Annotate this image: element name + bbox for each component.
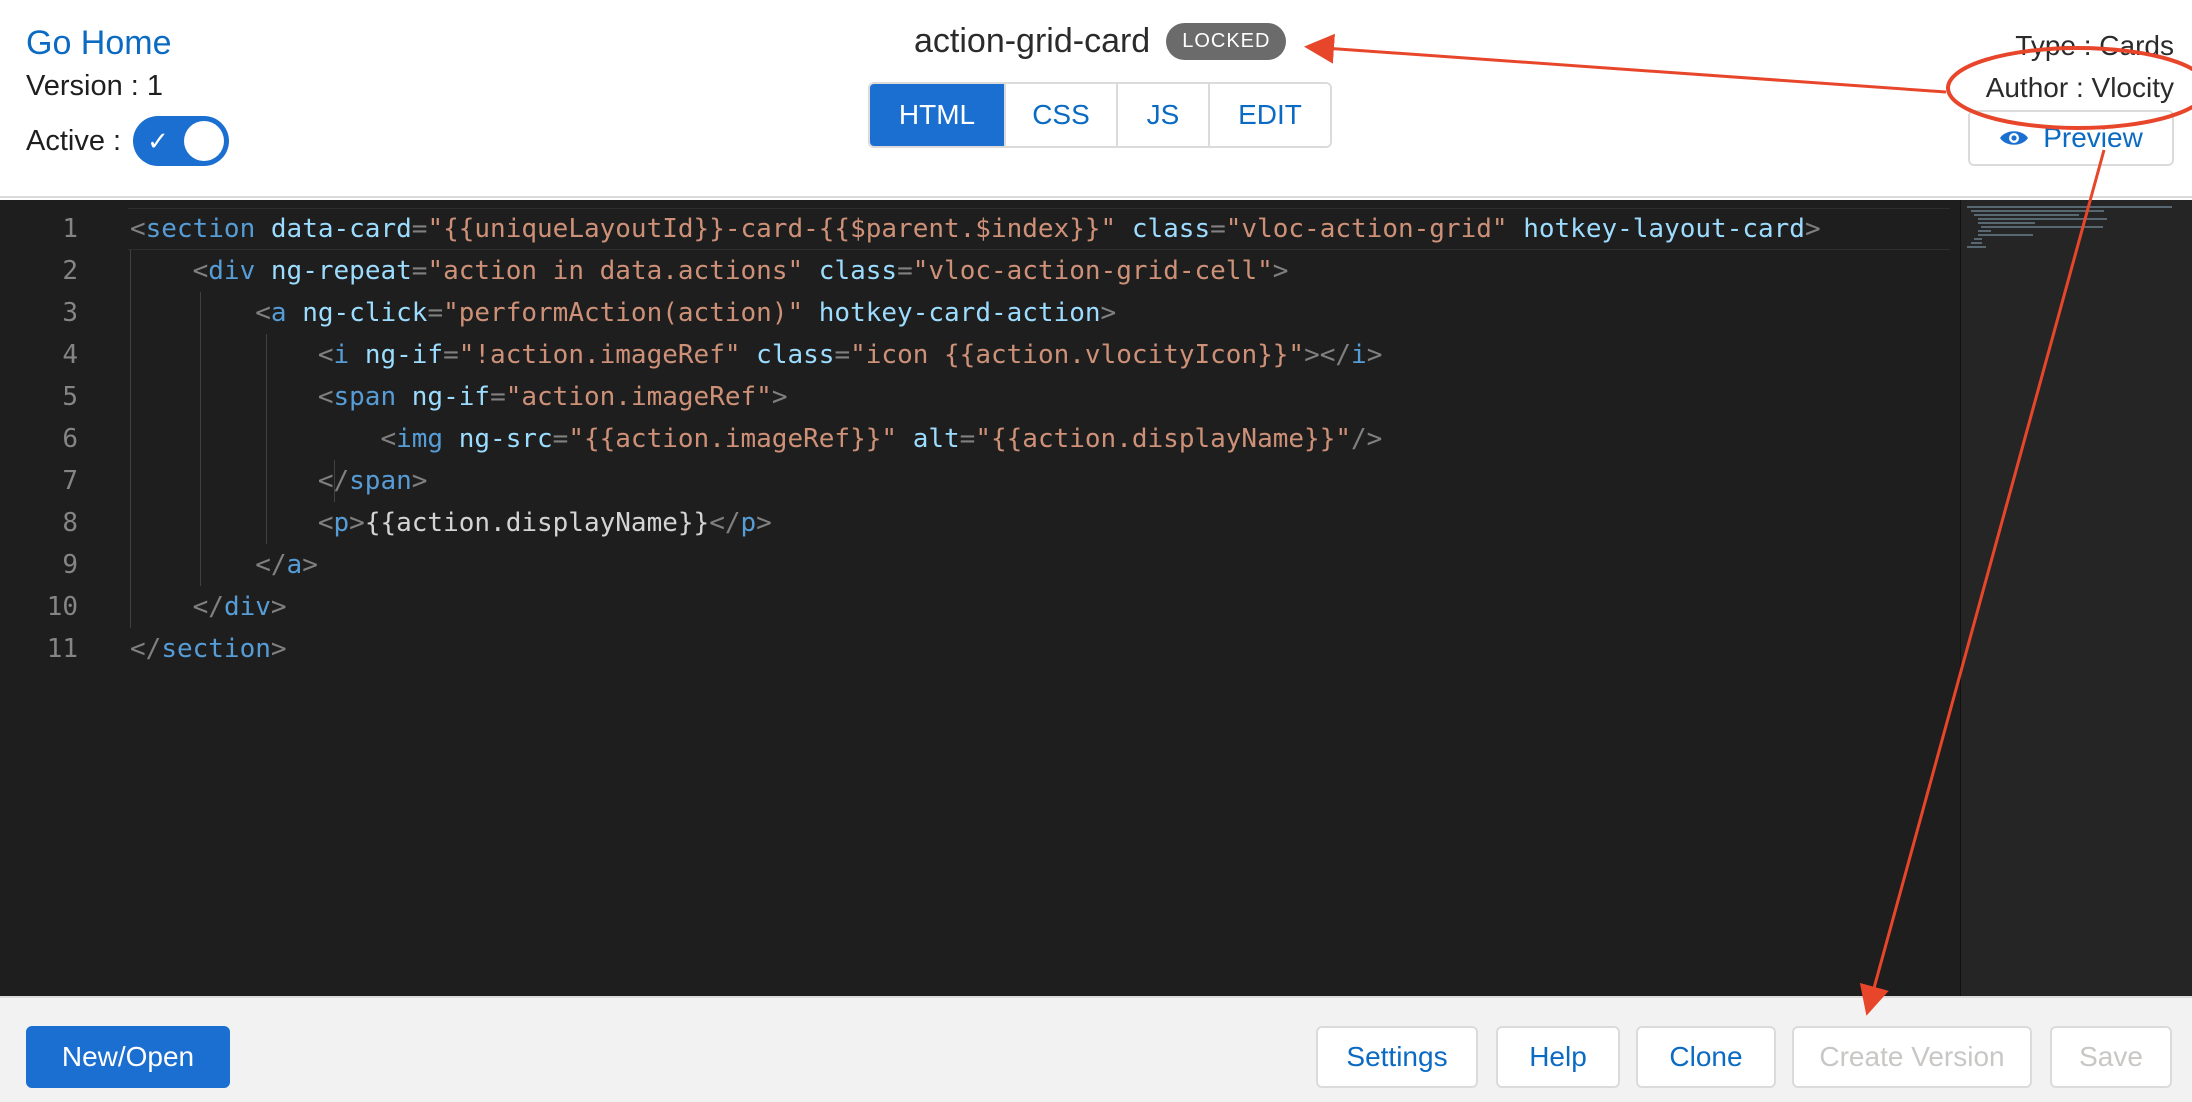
builder-header: Go Home Version : 1 Active : ✓ action-gr… [0,0,2192,198]
minimap-line [1967,246,1986,248]
line-number: 9 [62,550,78,580]
code-line[interactable]: 7 </span> [0,460,1958,502]
line-number: 5 [62,382,78,412]
preview-label: Preview [2043,122,2143,153]
builder-footer: New/Open Settings Help Clone Create Vers… [0,996,2192,1102]
code-lines[interactable]: 1 <section data-card="{{uniqueLayoutId}}-… [0,208,1958,670]
line-number: 4 [62,340,78,370]
card-name: action-grid-card [914,22,1151,60]
code-line[interactable]: 5 <span ng-if="action.imageRef"> [0,376,1958,418]
code-minimap[interactable] [1960,200,2192,996]
code-text[interactable]: <p>{{action.displayName}}</p> [130,502,772,544]
code-text[interactable]: <div ng-repeat="action in data.actions" … [130,250,1289,292]
code-line[interactable]: 1 <section data-card="{{uniqueLayoutId}}-… [0,208,1958,250]
tab-edit[interactable]: EDIT [1210,84,1330,146]
minimap-line [1981,226,2103,228]
code-text[interactable]: <a ng-click="performAction(action)" hotk… [130,292,1116,334]
tab-html[interactable]: HTML [870,84,1006,146]
author-label: Author : Vlocity [1985,72,2174,103]
tab-css[interactable]: CSS [1006,84,1118,146]
code-editor[interactable]: 1 <section data-card="{{uniqueLayoutId}}-… [0,200,2192,996]
code-text[interactable]: <section data-card="{{uniqueLayoutId}}-c… [130,208,1821,250]
minimap-line [1974,238,1982,240]
line-number: 1 [62,214,78,244]
code-text[interactable]: <img ng-src="{{action.imageRef}}" alt="{… [130,418,1382,460]
line-number: 7 [62,466,78,496]
code-text[interactable]: </a> [130,544,318,586]
active-toggle[interactable]: ✓ [133,116,230,166]
help-button[interactable]: Help [1496,1026,1620,1088]
line-number: 8 [62,508,78,538]
locked-badge: LOCKED [1166,23,1287,60]
code-line[interactable]: 2 <div ng-repeat="action in data.actions… [0,250,1958,292]
active-row: Active : ✓ [26,116,230,166]
code-line[interactable]: 9 </a> [0,544,1958,586]
line-number: 3 [62,298,78,328]
new-open-button[interactable]: New/Open [26,1026,230,1088]
minimap-line [1977,218,2107,220]
clone-button[interactable]: Clone [1636,1026,1776,1088]
minimap-line [1977,222,2035,224]
code-text[interactable]: <span ng-if="action.imageRef"> [130,376,788,418]
code-text[interactable]: </span> [130,460,428,502]
settings-button[interactable]: Settings [1316,1026,1478,1088]
minimap-line [1974,214,2079,216]
active-label: Active : [26,124,122,157]
preview-button[interactable]: Preview [1968,110,2174,166]
code-line[interactable]: 3 <a ng-click="performAction(action)" ho… [0,292,1958,334]
check-icon: ✓ [147,126,169,156]
save-button[interactable]: Save [2050,1026,2172,1088]
code-text[interactable]: </section> [130,628,287,670]
minimap-line [1977,230,1992,232]
type-label: Type : Cards [2015,30,2174,61]
card-title: action-grid-card LOCKED [914,22,1287,61]
tab-js[interactable]: JS [1118,84,1210,146]
minimap-line [1970,210,2104,212]
create-version-button[interactable]: Create Version [1792,1026,2032,1088]
minimap-line [1967,206,2173,208]
line-number: 10 [46,592,78,622]
code-line[interactable]: 10 </div> [0,586,1958,628]
code-text[interactable]: </div> [130,586,287,628]
line-number: 6 [62,424,78,454]
toggle-knob [184,121,225,161]
minimap-line [1977,234,2033,236]
editor-tabs: HTML CSS JS EDIT [868,82,1332,148]
code-line[interactable]: 8 <p>{{action.displayName}}</p> [0,502,1958,544]
code-line[interactable]: 11 </section> [0,628,1958,670]
code-line[interactable]: 6 <img ng-src="{{action.imageRef}}" alt=… [0,418,1958,460]
eye-icon [2000,131,2029,145]
code-text[interactable]: <i ng-if="!action.imageRef" class="icon … [130,334,1383,376]
code-line[interactable]: 4 <i ng-if="!action.imageRef" class="ico… [0,334,1958,376]
line-number: 2 [62,256,78,286]
version-label: Version : 1 [26,70,164,102]
line-number: 11 [46,634,78,664]
minimap-line [1970,242,1982,244]
go-home-link[interactable]: Go Home [26,24,172,63]
